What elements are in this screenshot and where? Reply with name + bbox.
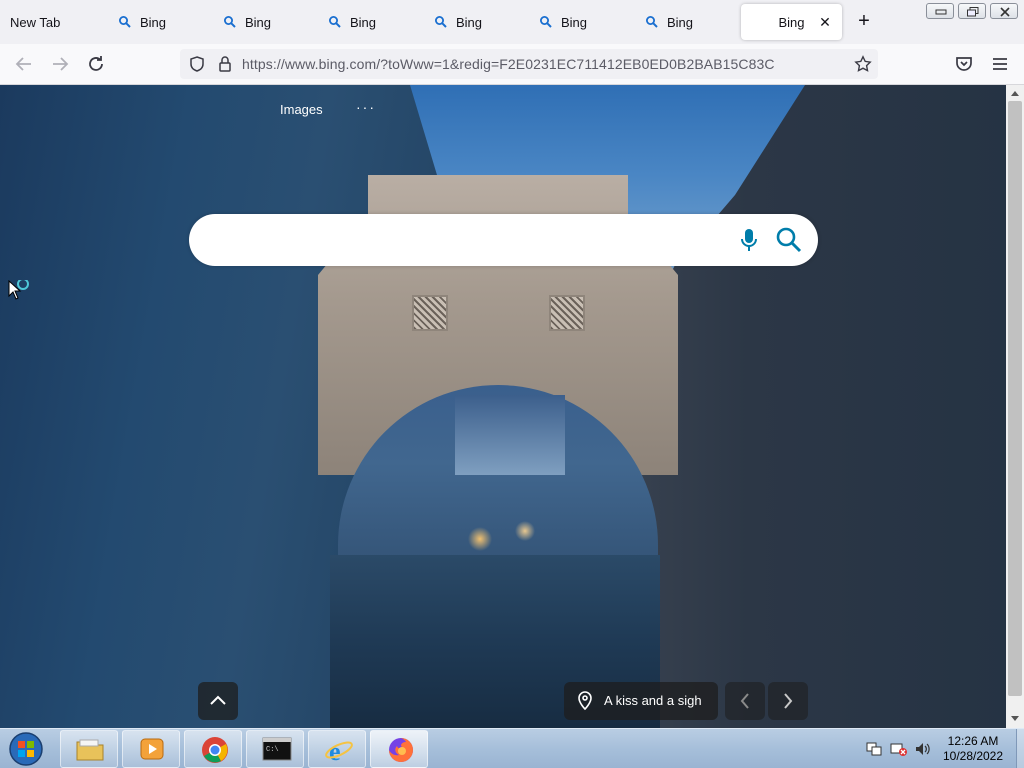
- navigation-toolbar: https://www.bing.com/?toWww=1&redig=F2E0…: [0, 44, 1024, 85]
- search-icon: [646, 16, 658, 28]
- taskbar-command-prompt[interactable]: C:\: [246, 730, 304, 768]
- image-caption-button[interactable]: A kiss and a sigh: [564, 682, 718, 720]
- back-icon[interactable]: [12, 52, 36, 76]
- caption-text: A kiss and a sigh: [604, 693, 702, 708]
- tab-bing-5[interactable]: Bing: [539, 4, 629, 40]
- taskbar-media-player[interactable]: [122, 730, 180, 768]
- next-image-button[interactable]: [768, 682, 808, 720]
- shield-icon[interactable]: [188, 55, 206, 73]
- chevron-up-icon: [210, 695, 226, 705]
- action-center-icon[interactable]: [866, 741, 882, 757]
- tab-bing-3[interactable]: Bing: [328, 4, 418, 40]
- media-player-icon: [140, 738, 164, 760]
- pocket-icon[interactable]: [952, 52, 976, 76]
- url-text[interactable]: https://www.bing.com/?toWww=1&redig=F2E0…: [242, 56, 775, 72]
- svg-text:C:\: C:\: [266, 746, 279, 754]
- close-icon: [1000, 7, 1010, 17]
- tab-label: Bing: [778, 14, 805, 30]
- tab-strip: New Tab Bing Bing Bing Bing Bing Bing Bi…: [0, 0, 1024, 44]
- forward-icon[interactable]: [48, 52, 72, 76]
- taskbar-chrome[interactable]: [184, 730, 242, 768]
- folder-icon: [76, 739, 104, 761]
- reload-icon[interactable]: [84, 52, 108, 76]
- search-icon: [119, 16, 131, 28]
- url-bar[interactable]: https://www.bing.com/?toWww=1&redig=F2E0…: [180, 49, 878, 79]
- tab-new-tab[interactable]: New Tab: [10, 4, 100, 40]
- start-button[interactable]: [6, 730, 46, 768]
- show-desktop-button[interactable]: [1016, 729, 1024, 768]
- scroll-up-button[interactable]: [198, 682, 238, 720]
- firefox-icon: [389, 738, 413, 762]
- chrome-icon: [202, 737, 228, 763]
- tab-bing-active[interactable]: Bing ✕: [741, 4, 842, 40]
- tab-bing-2[interactable]: Bing: [223, 4, 313, 40]
- clock-date: 10/28/2022: [942, 749, 1004, 763]
- previous-image-button[interactable]: [725, 682, 765, 720]
- menu-icon[interactable]: [988, 52, 1012, 76]
- search-box: [189, 214, 818, 266]
- taskbar-internet-explorer[interactable]: e: [308, 730, 366, 768]
- tab-label: Bing: [245, 14, 272, 30]
- taskbar-file-explorer[interactable]: [60, 730, 118, 768]
- scrollbar-thumb[interactable]: [1008, 101, 1022, 696]
- clock-time: 12:26 AM: [947, 734, 999, 748]
- tab-label: Bing: [456, 14, 483, 30]
- bookmark-star-icon[interactable]: [854, 55, 872, 73]
- tab-label: New Tab: [10, 14, 61, 30]
- more-options-button[interactable]: ···: [356, 99, 376, 115]
- minimize-icon: [935, 9, 947, 15]
- search-icon: [329, 16, 341, 28]
- system-clock[interactable]: 12:26 AM 10/28/2022: [930, 734, 1016, 764]
- search-icon: [224, 16, 236, 28]
- bing-homepage: Images ··· A kiss and a sigh: [0, 85, 1006, 728]
- tab-bing-1[interactable]: Bing: [118, 4, 208, 40]
- close-window-button[interactable]: [990, 3, 1018, 19]
- svg-text:e: e: [329, 737, 341, 764]
- vertical-scrollbar[interactable]: [1006, 85, 1024, 728]
- tab-bing-4[interactable]: Bing: [434, 4, 524, 40]
- windows-taskbar: C:\ e 12:26 AM 10/28/2022: [0, 728, 1024, 768]
- internet-explorer-icon: e: [325, 737, 353, 764]
- tab-bing-6[interactable]: Bing: [645, 4, 735, 40]
- minimize-button[interactable]: [926, 3, 954, 19]
- search-icon: [435, 16, 447, 28]
- network-icon[interactable]: [890, 741, 908, 757]
- new-tab-button[interactable]: +: [852, 10, 876, 34]
- microphone-icon[interactable]: [737, 226, 761, 254]
- tab-label: Bing: [350, 14, 377, 30]
- tab-label: Bing: [561, 14, 588, 30]
- command-prompt-icon: C:\: [262, 737, 292, 761]
- scroll-up-arrow-icon[interactable]: [1010, 89, 1020, 97]
- tab-label: Bing: [667, 14, 694, 30]
- location-pin-icon: [578, 691, 592, 711]
- close-tab-button[interactable]: ✕: [816, 13, 834, 31]
- tab-label: Bing: [140, 14, 167, 30]
- taskbar-firefox[interactable]: [370, 730, 428, 768]
- lock-icon[interactable]: [216, 55, 234, 73]
- chevron-right-icon: [784, 693, 793, 709]
- busy-cursor-icon: [8, 280, 29, 300]
- scroll-down-arrow-icon[interactable]: [1010, 715, 1020, 723]
- restore-icon: [967, 7, 979, 17]
- images-link[interactable]: Images: [280, 102, 323, 117]
- search-icon[interactable]: [775, 226, 803, 254]
- chevron-left-icon: [740, 693, 749, 709]
- search-input[interactable]: [211, 226, 731, 254]
- search-icon: [540, 16, 552, 28]
- restore-button[interactable]: [958, 3, 986, 19]
